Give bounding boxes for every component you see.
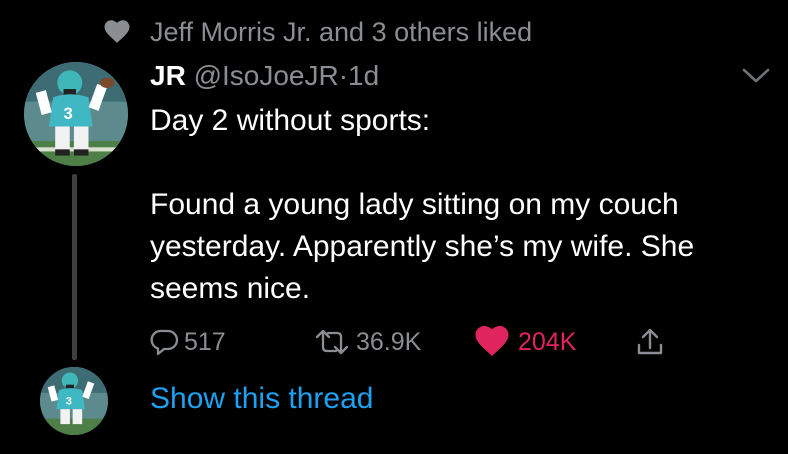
separator: ·	[338, 60, 349, 91]
svg-text:3: 3	[66, 395, 72, 407]
heart-icon	[104, 19, 130, 49]
svg-text:3: 3	[64, 104, 73, 123]
share-button[interactable]	[634, 324, 666, 360]
reply-icon	[150, 327, 180, 357]
reply-count: 517	[184, 327, 226, 356]
tweet-text: Day 2 without sports: Found a young lady…	[150, 104, 695, 305]
share-icon	[634, 326, 666, 358]
timestamp[interactable]: 1d	[348, 60, 379, 91]
like-count: 204K	[518, 327, 577, 356]
reply-button[interactable]: 517	[150, 324, 226, 360]
show-thread-link[interactable]: Show this thread	[150, 382, 373, 416]
heart-filled-icon	[474, 326, 510, 358]
retweet-count: 36.9K	[356, 327, 422, 356]
thread-line	[72, 174, 77, 360]
thread-avatar[interactable]: 3	[40, 367, 108, 435]
retweet-button[interactable]: 36.9K	[312, 324, 421, 360]
display-name[interactable]: JR	[150, 60, 186, 91]
user-handle[interactable]: @IsoJoeJR	[194, 60, 339, 91]
chevron-down-icon[interactable]	[740, 64, 772, 86]
like-button[interactable]: 204K	[474, 324, 576, 360]
retweet-icon	[312, 327, 352, 357]
avatar[interactable]: 3	[24, 62, 128, 166]
social-context-text[interactable]: Jeff Morris Jr. and 3 others liked	[150, 17, 532, 48]
tweet-header: JR @IsoJoeJR·1d	[150, 60, 379, 92]
social-context	[104, 16, 130, 52]
